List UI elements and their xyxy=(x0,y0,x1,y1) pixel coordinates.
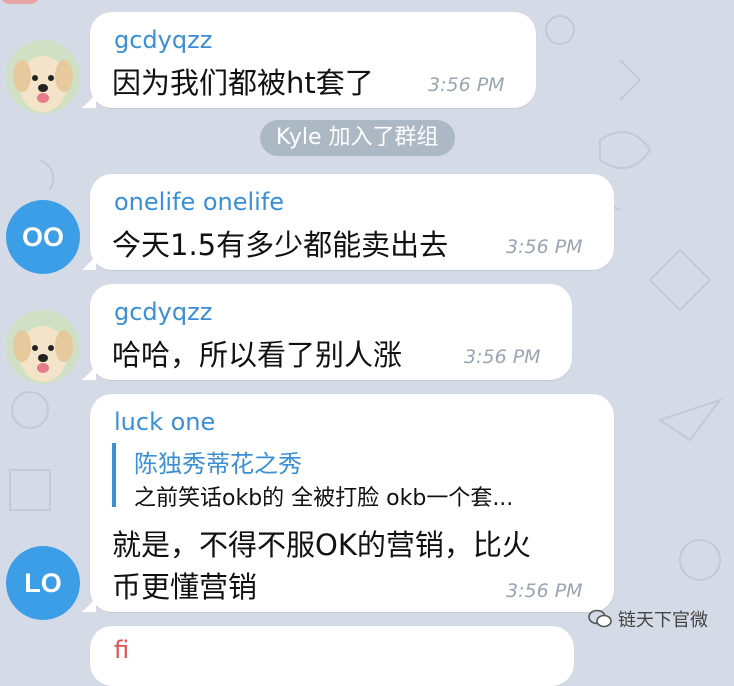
watermark: 链天下官微 xyxy=(588,606,708,632)
reply-text: 之前笑话okb的 全被打脸 okb一个套... xyxy=(134,486,514,511)
sender-name[interactable]: gcdyqzz xyxy=(114,26,212,54)
avatar[interactable]: LO xyxy=(6,546,80,620)
message-text: 哈哈，所以看了别人涨 xyxy=(112,338,403,372)
message-time: 3:56 PM xyxy=(506,236,583,258)
message-bubble[interactable]: luck one 陈独秀蒂花之秀 之前笑话okb的 全被打脸 okb一个套...… xyxy=(82,394,614,612)
message-text-line2: 币更懂营销 xyxy=(112,570,258,604)
message-time: 3:56 PM xyxy=(506,580,583,602)
bubble-tail xyxy=(82,598,96,612)
sender-name-partial: fi xyxy=(114,636,130,664)
message-text-line1: 就是，不得不服OK的营销，比火 xyxy=(112,528,531,562)
avatar[interactable] xyxy=(6,310,80,384)
message-bubble[interactable]: onelife onelife 今天1.5有多少都能卖出去 3:56 PM xyxy=(82,174,614,270)
service-message: Kyle 加入了群组 xyxy=(260,120,455,156)
bubble-tail xyxy=(82,366,96,380)
bubble-tail xyxy=(82,256,96,270)
bubble-tail xyxy=(82,94,96,108)
reply-author: 陈独秀蒂花之秀 xyxy=(134,450,302,478)
avatar[interactable]: OO xyxy=(6,200,80,274)
sender-name[interactable]: gcdyqzz xyxy=(114,298,212,326)
message-bubble-partial[interactable]: fi xyxy=(90,626,574,686)
message-text: 因为我们都被ht套了 xyxy=(112,66,374,100)
dog-avatar-icon xyxy=(6,310,80,384)
sender-name[interactable]: onelife onelife xyxy=(114,188,284,216)
wechat-icon xyxy=(588,609,612,628)
dog-avatar-icon xyxy=(6,40,80,114)
message-bubble[interactable]: gcdyqzz 哈哈，所以看了别人涨 3:56 PM xyxy=(82,284,572,380)
avatar[interactable] xyxy=(6,40,80,114)
watermark-text: 链天下官微 xyxy=(618,610,708,631)
message-time: 3:56 PM xyxy=(464,346,541,368)
message-text: 今天1.5有多少都能卖出去 xyxy=(112,228,449,262)
message-time: 3:56 PM xyxy=(428,74,505,96)
message-bubble[interactable]: gcdyqzz 因为我们都被ht套了 3:56 PM xyxy=(82,12,536,108)
sender-name[interactable]: luck one xyxy=(114,408,215,436)
quote-bar xyxy=(112,443,116,507)
